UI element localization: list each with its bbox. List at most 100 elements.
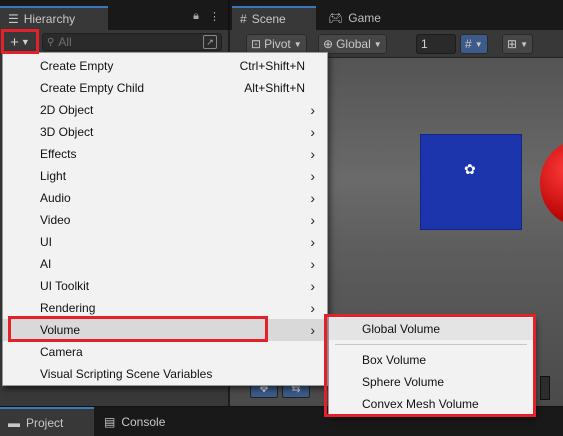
camera-gizmo-icon: ✿ — [464, 161, 476, 177]
menu-item-ai[interactable]: AI › — [3, 253, 327, 275]
tab-console[interactable]: ▤ Console — [96, 407, 186, 436]
chevron-right-icon: › — [310, 322, 315, 338]
hierarchy-tabbar: ☰ Hierarchy 🔒︎ ⋮ — [0, 0, 228, 30]
menu-item-label: AI — [40, 257, 52, 271]
chevron-right-icon: › — [310, 102, 315, 118]
console-icon: ▤ — [104, 415, 116, 429]
tab-project-label: Project — [26, 416, 64, 430]
menu-item-audio[interactable]: Audio › — [3, 187, 327, 209]
scene-tabbar: # Scene 🎮︎ Game — [228, 0, 563, 30]
menu-item-shortcut: Ctrl+Shift+N — [239, 59, 305, 73]
menu-item-label: 2D Object — [40, 103, 94, 117]
menu-item-label: 3D Object — [40, 125, 94, 139]
menu-item-video[interactable]: Video › — [3, 209, 327, 231]
tab-game-label: Game — [348, 11, 381, 25]
tab-game[interactable]: 🎮︎ Game — [322, 6, 392, 30]
tab-hierarchy[interactable]: ☰ Hierarchy — [0, 6, 108, 30]
menu-item-label: UI — [40, 235, 52, 249]
global-label: Global — [336, 37, 371, 51]
search-icon: ⚲ — [47, 36, 55, 48]
globe-icon: ⊕ — [323, 37, 334, 51]
menu-item-visual-scripting-scene-variables[interactable]: Visual Scripting Scene Variables — [3, 363, 327, 385]
chevron-right-icon: › — [310, 168, 315, 184]
volume-submenu: Global Volume Box Volume Sphere Volume C… — [328, 316, 534, 416]
snap-grid-icon: # — [465, 37, 472, 51]
chevron-right-icon: › — [310, 190, 315, 206]
chevron-right-icon: › — [310, 300, 315, 316]
gamepad-icon: 🎮︎ — [328, 11, 344, 25]
pivot-toggle[interactable]: ⊡ Pivot ▼ — [246, 34, 307, 54]
tab-console-label: Console — [121, 415, 166, 429]
grid-snap-icon: ⊞ — [507, 37, 518, 51]
menu-item-label: Create Empty — [40, 59, 114, 73]
menu-item-label: UI Toolkit — [40, 279, 90, 293]
menu-item-create-empty[interactable]: Create Empty Ctrl+Shift+N — [3, 55, 327, 77]
submenu-item-label: Box Volume — [362, 353, 427, 367]
submenu-item-label: Convex Mesh Volume — [362, 397, 479, 411]
pivot-label: Pivot — [264, 37, 291, 51]
submenu-item-global-volume[interactable]: Global Volume — [329, 318, 533, 340]
pivot-icon: ⊡ — [251, 37, 262, 51]
chevron-right-icon: › — [310, 146, 315, 162]
grid-icon: # — [240, 12, 247, 26]
menu-item-create-empty-child[interactable]: Create Empty Child Alt+Shift+N — [3, 77, 327, 99]
menu-item-label: Create Empty Child — [40, 81, 145, 95]
submenu-item-convex-mesh-volume[interactable]: Convex Mesh Volume — [329, 393, 533, 415]
submenu-item-label: Global Volume — [362, 322, 441, 336]
tab-hierarchy-label: Hierarchy — [23, 12, 76, 26]
menu-item-label: Light — [40, 169, 67, 183]
chevron-down-icon: ▼ — [474, 39, 483, 49]
red-sphere[interactable] — [540, 140, 563, 226]
snap-toggle[interactable]: # ▼ — [460, 34, 488, 54]
menu-item-camera[interactable]: Camera — [3, 341, 327, 363]
chevron-right-icon: › — [310, 234, 315, 250]
menu-item-label: Video — [40, 213, 71, 227]
submenu-item-sphere-volume[interactable]: Sphere Volume — [329, 371, 533, 393]
menu-item-label: Audio — [40, 191, 71, 205]
global-toggle[interactable]: ⊕ Global ▼ — [318, 34, 387, 54]
chevron-right-icon: › — [310, 212, 315, 228]
viewport-overlay-panel — [540, 376, 550, 400]
search-filter-icon[interactable]: ↗ — [203, 35, 217, 49]
menu-item-ui-toolkit[interactable]: UI Toolkit › — [3, 275, 327, 297]
more-options-icon[interactable]: ⋮ — [209, 10, 220, 23]
menu-item-2d-object[interactable]: 2D Object › — [3, 99, 327, 121]
chevron-right-icon: › — [310, 278, 315, 294]
menu-item-volume[interactable]: Volume › — [3, 319, 327, 341]
chevron-down-icon: ▼ — [520, 39, 528, 49]
create-button[interactable]: + ▼ — [2, 32, 38, 52]
plus-icon: + — [10, 33, 19, 51]
menu-item-label: Volume — [40, 323, 81, 337]
tab-scene-label: Scene — [251, 12, 286, 26]
tab-project[interactable]: ▬ Project — [0, 407, 94, 436]
menu-item-3d-object[interactable]: 3D Object › — [3, 121, 327, 143]
hierarchy-search[interactable]: ⚲ All ↗ — [42, 33, 222, 51]
submenu-item-box-volume[interactable]: Box Volume — [329, 349, 533, 371]
lock-icon[interactable]: 🔒︎ — [193, 10, 199, 23]
search-input[interactable]: All — [58, 35, 199, 49]
menu-item-shortcut: Alt+Shift+N — [244, 81, 305, 95]
chevron-right-icon: › — [310, 256, 315, 272]
hierarchy-tab-icons: 🔒︎ ⋮ — [193, 10, 220, 23]
blue-cube[interactable]: ✿ — [420, 134, 522, 230]
grid-size-field[interactable]: 1 — [416, 34, 456, 54]
grid-snap-toggle[interactable]: ⊞ ▼ — [502, 34, 533, 54]
submenu-item-label: Sphere Volume — [362, 375, 445, 389]
dropdown-arrow-icon: ▼ — [20, 37, 30, 47]
create-context-menu: Create Empty Ctrl+Shift+N Create Empty C… — [2, 52, 328, 386]
chevron-down-icon: ▼ — [293, 39, 302, 49]
menu-item-label: Effects — [40, 147, 77, 161]
menu-item-label: Camera — [40, 345, 83, 359]
hierarchy-toolbar: + ▼ ⚲ All ↗ — [0, 30, 228, 54]
menu-separator — [335, 344, 527, 345]
menu-item-label: Visual Scripting Scene Variables — [40, 367, 213, 381]
menu-item-rendering[interactable]: Rendering › — [3, 297, 327, 319]
chevron-down-icon: ▼ — [373, 39, 382, 49]
menu-item-effects[interactable]: Effects › — [3, 143, 327, 165]
menu-item-ui[interactable]: UI › — [3, 231, 327, 253]
menu-item-light[interactable]: Light › — [3, 165, 327, 187]
tab-scene[interactable]: # Scene — [232, 6, 316, 30]
folder-icon: ▬ — [8, 416, 20, 430]
chevron-right-icon: › — [310, 124, 315, 140]
menu-item-label: Rendering — [40, 301, 96, 315]
